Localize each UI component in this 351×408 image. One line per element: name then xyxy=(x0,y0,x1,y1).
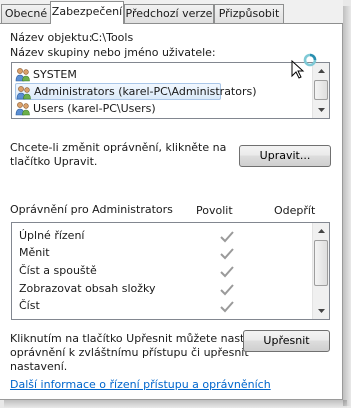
advanced-hint-line1: Kliknutím na tlačítko Upřesnit můžete na… xyxy=(10,332,265,345)
tab-general[interactable]: Obecné xyxy=(1,4,51,23)
groups-listbox[interactable]: SYSTEM Administrators (karel-PC\Administ… xyxy=(11,62,330,119)
edit-hint-line1: Chcete-li změnit oprávnění, klikněte na xyxy=(10,141,227,154)
window-shadow-right xyxy=(343,6,351,406)
scroll-thumb[interactable] xyxy=(314,80,328,100)
allow-check-icon xyxy=(220,248,234,260)
object-name-label: Název objektu: xyxy=(10,31,93,44)
scroll-up-button[interactable] xyxy=(313,223,329,239)
permissions-list: Úplné řízení Měnit Číst a spouště Zobraz… xyxy=(11,222,330,320)
permission-row: Úplné řízení xyxy=(19,229,84,242)
permission-row: Číst xyxy=(19,299,40,312)
groups-label: Název skupiny nebo jméno uživatele: xyxy=(10,46,216,59)
allow-header: Povolit xyxy=(196,204,233,217)
list-item-label: Users (karel-PC\Users) xyxy=(33,102,156,115)
permission-row: Číst a spouště xyxy=(19,264,97,277)
list-item-label: Administrators (karel-PC\Administrators) xyxy=(34,85,257,98)
window-shadow-bottom xyxy=(4,400,347,408)
list-item-selected[interactable]: Administrators (karel-PC\Administrators) xyxy=(15,83,257,100)
tab-strip: Obecné Zabezpečení Předchozí verze Přizp… xyxy=(0,0,343,24)
tab-customize[interactable]: Přizpůsobit xyxy=(214,4,284,23)
users-group-icon xyxy=(16,86,31,100)
users-group-icon xyxy=(15,68,30,82)
permission-name: Měnit xyxy=(19,246,50,259)
tab-security[interactable]: Zabezpečení xyxy=(50,1,124,24)
busy-cursor-icon xyxy=(291,53,317,79)
properties-dialog: Obecné Zabezpečení Předchozí verze Přizp… xyxy=(0,0,343,400)
permission-row: Zobrazovat obsah složky xyxy=(19,282,156,295)
list-item-label: SYSTEM xyxy=(33,68,77,81)
edit-button[interactable]: Upravit... xyxy=(239,145,331,167)
scroll-down-button[interactable] xyxy=(313,102,329,118)
permission-name: Úplné řízení xyxy=(19,229,85,242)
edit-hint-line2: tlačítko Upravit. xyxy=(10,155,98,168)
advanced-hint-line2: oprávnění k zvláštnímu přístupu či upřes… xyxy=(10,346,249,359)
permissions-scrollbar[interactable] xyxy=(312,223,329,319)
users-group-icon xyxy=(15,102,30,116)
allow-check-icon xyxy=(220,284,234,296)
deny-header: Odepřít xyxy=(274,204,316,217)
permission-row: Měnit xyxy=(19,246,50,259)
scroll-thumb[interactable] xyxy=(314,240,328,286)
advanced-button[interactable]: Upřesnit xyxy=(243,330,330,352)
list-item[interactable]: Users (karel-PC\Users) xyxy=(15,100,309,117)
scroll-down-button[interactable] xyxy=(313,303,329,319)
permission-name: Zobrazovat obsah složky xyxy=(19,282,156,295)
object-name-value: C:\Tools xyxy=(91,31,134,44)
allow-check-icon xyxy=(220,266,234,278)
permission-name: Číst xyxy=(19,299,40,312)
chevron-down-icon xyxy=(317,108,325,112)
list-item[interactable]: SYSTEM xyxy=(15,66,309,83)
chevron-down-icon xyxy=(317,309,325,313)
permissions-title: Oprávnění pro Administrators xyxy=(10,203,173,216)
chevron-up-icon xyxy=(317,229,325,233)
allow-check-icon xyxy=(220,231,234,243)
allow-check-icon xyxy=(220,301,234,313)
tab-previous-versions[interactable]: Předchozí verze xyxy=(124,4,214,23)
advanced-hint-line3: nastavení. xyxy=(10,360,68,373)
permission-name: Číst a spouště xyxy=(19,264,97,277)
help-link[interactable]: Další informace o řízení přístupu a oprá… xyxy=(10,378,271,391)
